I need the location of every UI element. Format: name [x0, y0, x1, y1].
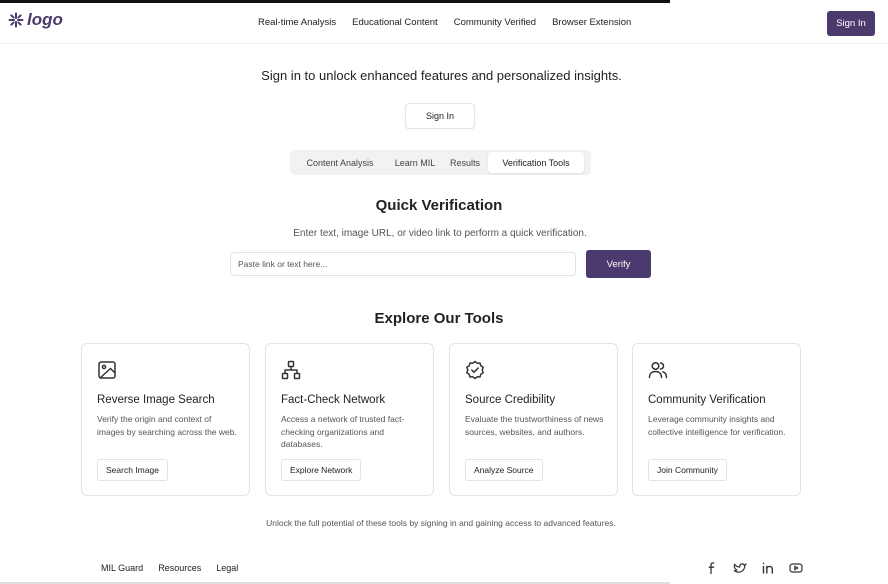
nav-link-educational-content[interactable]: Educational Content	[352, 17, 438, 28]
youtube-icon[interactable]	[789, 561, 803, 575]
logo-icon	[8, 12, 24, 28]
tools-title: Explore Our Tools	[374, 310, 504, 327]
social-links	[705, 561, 803, 575]
tool-card-reverse-image-search: Reverse Image Search Verify the origin a…	[81, 343, 250, 496]
badge-check-icon	[466, 360, 484, 380]
footer-links: MIL Guard Resources Legal	[101, 563, 238, 573]
card-description: Leverage community insights and collecti…	[648, 414, 786, 437]
nav-link-community-verified[interactable]: Community Verified	[454, 17, 536, 28]
quick-verification-subtitle: Enter text, image URL, or video link to …	[293, 228, 587, 239]
nav-sign-in-button[interactable]: Sign In	[827, 11, 875, 36]
tool-card-source-credibility: Source Credibility Evaluate the trustwor…	[449, 343, 618, 496]
card-description: Verify the origin and context of images …	[97, 414, 237, 437]
promo-text: Unlock the full potential of these tools…	[266, 518, 616, 528]
nav-link-browser-extension[interactable]: Browser Extension	[552, 17, 631, 28]
nav-links: Real-time Analysis Educational Content C…	[258, 17, 631, 28]
card-description: Access a network of trusted fact-checkin…	[281, 414, 405, 449]
hero-text: Sign in to unlock enhanced features and …	[261, 68, 622, 83]
tab-results[interactable]: Results	[442, 152, 488, 173]
footer-link-resources[interactable]: Resources	[158, 563, 201, 573]
card-title: Source Credibility	[465, 394, 556, 406]
navbar: logo Real-time Analysis Educational Cont…	[0, 3, 888, 44]
tool-card-community-verification: Community Verification Leverage communit…	[632, 343, 801, 496]
logo[interactable]: logo	[8, 10, 63, 30]
tab-learn-mil[interactable]: Learn MIL	[388, 152, 442, 173]
tab-bar: Content Analysis Learn MIL Results Verif…	[290, 150, 591, 175]
hero-sign-in-button[interactable]: Sign In	[405, 103, 475, 129]
twitter-icon[interactable]	[733, 561, 747, 575]
card-title: Fact-Check Network	[281, 394, 386, 406]
tab-verification-tools[interactable]: Verification Tools	[488, 152, 584, 173]
card-title: Community Verification	[648, 394, 766, 406]
network-icon	[281, 360, 301, 380]
quick-verification-title: Quick Verification	[375, 197, 503, 214]
verify-button[interactable]: Verify	[586, 250, 651, 278]
join-community-button[interactable]: Join Community	[648, 459, 727, 481]
users-icon	[648, 361, 668, 379]
tab-content-analysis[interactable]: Content Analysis	[292, 152, 388, 173]
nav-link-real-time-analysis[interactable]: Real-time Analysis	[258, 17, 336, 28]
card-title: Reverse Image Search	[97, 394, 215, 406]
explore-network-button[interactable]: Explore Network	[281, 459, 362, 481]
verification-input[interactable]	[230, 252, 576, 276]
search-image-button[interactable]: Search Image	[97, 459, 168, 481]
image-icon	[98, 361, 116, 379]
footer-link-mil-guard[interactable]: MIL Guard	[101, 563, 143, 573]
facebook-icon[interactable]	[705, 561, 719, 575]
linkedin-icon[interactable]	[761, 561, 775, 575]
tool-card-fact-check-network: Fact-Check Network Access a network of t…	[265, 343, 434, 496]
analyze-source-button[interactable]: Analyze Source	[465, 459, 543, 481]
card-description: Evaluate the trustworthiness of news sou…	[465, 414, 604, 437]
footer-link-legal[interactable]: Legal	[216, 563, 238, 573]
logo-text: logo	[27, 10, 63, 29]
